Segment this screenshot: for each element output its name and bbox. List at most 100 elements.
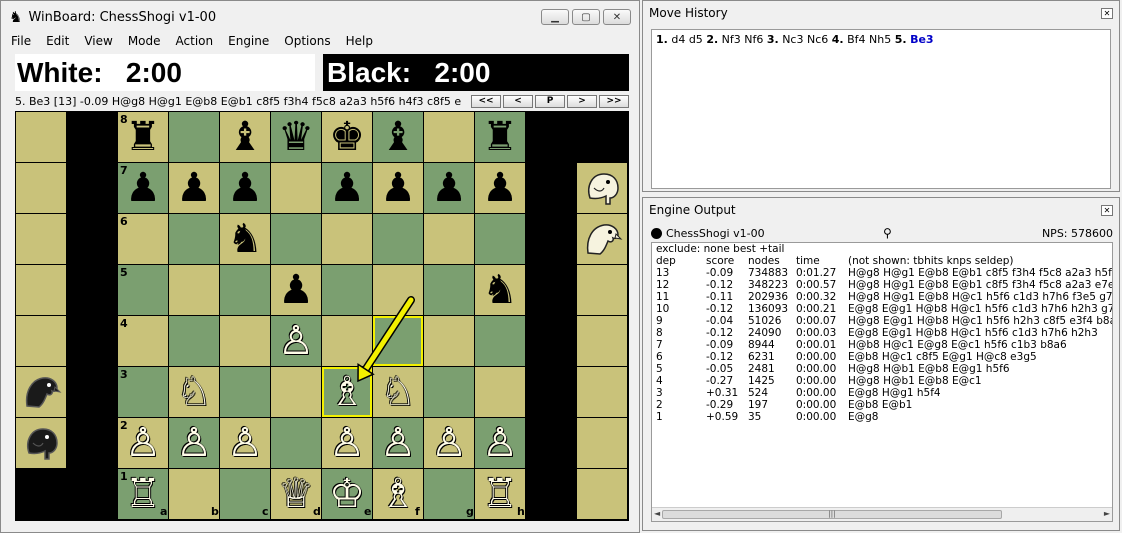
move-text[interactable]: Nf3 Nf6	[722, 33, 764, 46]
maximize-button[interactable]: ▢	[572, 9, 600, 25]
square-b4[interactable]	[169, 316, 219, 366]
square-d7[interactable]	[271, 163, 321, 213]
close-button[interactable]: ✕	[603, 9, 631, 25]
piece-d8[interactable]: ♛	[271, 112, 321, 162]
piece-g2[interactable]: ♙	[424, 418, 474, 468]
piece-f1[interactable]: ♗	[373, 469, 423, 519]
piece-h8[interactable]: ♜	[475, 112, 525, 162]
close-icon[interactable]: ✕	[1101, 204, 1113, 216]
piece-h7[interactable]: ♟	[475, 163, 525, 213]
menu-edit[interactable]: Edit	[46, 34, 69, 48]
piece-b7[interactable]: ♟	[169, 163, 219, 213]
holdings-white-slot[interactable]	[16, 214, 66, 264]
piece-f2[interactable]: ♙	[373, 418, 423, 468]
piece-d4[interactable]: ♙	[271, 316, 321, 366]
square-h4[interactable]	[475, 316, 525, 366]
menu-help[interactable]: Help	[346, 34, 373, 48]
piece-e7[interactable]: ♟	[322, 163, 372, 213]
nav-back-button[interactable]: <	[503, 95, 533, 108]
move-text[interactable]: Be3	[910, 33, 934, 46]
engine-line[interactable]: 4 -0.27 1425 0:00.00 H@g8 H@b1 E@b8 E@c1	[652, 375, 1112, 387]
engine-line[interactable]: 7 -0.09 8944 0:00.01 H@b8 H@c1 E@g8 E@c1 h5f…	[652, 339, 1112, 351]
piece-e2[interactable]: ♙	[322, 418, 372, 468]
engine-line[interactable]: 9 -0.04 51026 0:00.07 H@g8 E@g1 H@b8 H@c1 h5…	[652, 315, 1112, 327]
engine-line[interactable]: 13 -0.09 734883 0:01.27 H@g8 H@g1 E@b8 E@b1 …	[652, 267, 1112, 279]
piece-e3[interactable]: ♗	[322, 367, 372, 417]
engine-output-list[interactable]: exclude: none best +tail dep score nodes…	[651, 242, 1113, 522]
square-e5[interactable]	[322, 265, 372, 315]
horizontal-scrollbar[interactable]: ◄ ||| ►	[652, 507, 1112, 521]
nav-pause-button[interactable]: P	[535, 95, 565, 108]
piece-h1[interactable]: ♖	[475, 469, 525, 519]
square-h6[interactable]	[475, 214, 525, 264]
piece-c6[interactable]: ♞	[220, 214, 270, 264]
nav-last-button[interactable]: >>	[599, 95, 629, 108]
square-c5[interactable]	[220, 265, 270, 315]
square-b5[interactable]	[169, 265, 219, 315]
piece-f8[interactable]: ♝	[373, 112, 423, 162]
holdings-black-slot[interactable]	[577, 469, 627, 519]
square-g6[interactable]	[424, 214, 474, 264]
engine-line[interactable]: 10 -0.12 136093 0:00.21 E@g8 E@g1 H@b8 H@c1 …	[652, 303, 1112, 315]
engine-line[interactable]: 3 +0.31 524 0:00.00 E@g8 H@g1 h5f4	[652, 387, 1112, 399]
piece-b3[interactable]: ♘	[169, 367, 219, 417]
holdings-black-slot[interactable]	[577, 265, 627, 315]
piece-c7[interactable]: ♟	[220, 163, 270, 213]
holdings-black-slot[interactable]	[577, 367, 627, 417]
holdings-white-slot[interactable]	[16, 163, 66, 213]
square-c4[interactable]	[220, 316, 270, 366]
holdings-black-slot[interactable]	[577, 418, 627, 468]
square-d3[interactable]	[271, 367, 321, 417]
piece-d1[interactable]: ♕	[271, 469, 321, 519]
piece-f7[interactable]: ♟	[373, 163, 423, 213]
square-e4[interactable]	[322, 316, 372, 366]
menu-file[interactable]: File	[11, 34, 31, 48]
menu-action[interactable]: Action	[176, 34, 214, 48]
square-b8[interactable]	[169, 112, 219, 162]
square-g8[interactable]	[424, 112, 474, 162]
move-text[interactable]: d4 d5	[671, 33, 702, 46]
piece-g7[interactable]: ♟	[424, 163, 474, 213]
move-text[interactable]: Nc3 Nc6	[782, 33, 828, 46]
engine-line[interactable]: 2 -0.29 197 0:00.00 E@b8 E@b1	[652, 399, 1112, 411]
piece-e1[interactable]: ♔	[322, 469, 372, 519]
piece-c8[interactable]: ♝	[220, 112, 270, 162]
piece-a8[interactable]: ♜	[118, 112, 168, 162]
engine-line[interactable]: 1 +0.59 35 0:00.00 E@g8	[652, 411, 1112, 423]
piece-a7[interactable]: ♟	[118, 163, 168, 213]
square-b6[interactable]	[169, 214, 219, 264]
holdings-white-slot[interactable]	[16, 265, 66, 315]
square-g4[interactable]	[424, 316, 474, 366]
square-c3[interactable]	[220, 367, 270, 417]
piece-h2[interactable]: ♙	[475, 418, 525, 468]
menu-options[interactable]: Options	[284, 34, 330, 48]
elephant-icon[interactable]	[577, 163, 627, 213]
square-f6[interactable]	[373, 214, 423, 264]
piece-h5[interactable]: ♞	[475, 265, 525, 315]
move-history-list[interactable]: 1. d4 d5 2. Nf3 Nf6 3. Nc3 Nc6 4. Bf4 Nh…	[651, 29, 1111, 189]
elephant-icon[interactable]	[16, 418, 66, 468]
square-f5[interactable]	[373, 265, 423, 315]
square-d6[interactable]	[271, 214, 321, 264]
eagle-icon[interactable]	[16, 367, 66, 417]
chess-board[interactable]: 8 7 6 5 4 3 2 1 a b c d e f g h ♜ ♝ ♛ ♚ ♝ ♜ ♟ ♟ ♟ ♟ ♟ ♟ ♟ ♞ ♟ ♞ ♙ ♘ ♗ ♘ ♙ ♙ ♙ ♙…	[15, 111, 629, 521]
engine-line[interactable]: 12 -0.12 348223 0:00.57 H@g8 H@g1 E@b8 E@b1 …	[652, 279, 1112, 291]
engine-line[interactable]: 8 -0.12 24090 0:00.03 E@g8 E@g1 H@b8 H@c1 h5…	[652, 327, 1112, 339]
piece-b2[interactable]: ♙	[169, 418, 219, 468]
square-d2[interactable]	[271, 418, 321, 468]
engine-line[interactable]: 6 -0.12 6231 0:00.00 E@b8 H@c1 c8f5 E@g1 H@c…	[652, 351, 1112, 363]
nav-forward-button[interactable]: >	[567, 95, 597, 108]
square-g5[interactable]	[424, 265, 474, 315]
scroll-thumb[interactable]: |||	[662, 510, 1002, 519]
piece-d5[interactable]: ♟	[271, 265, 321, 315]
menu-engine[interactable]: Engine	[228, 34, 269, 48]
menu-mode[interactable]: Mode	[128, 34, 161, 48]
piece-c2[interactable]: ♙	[220, 418, 270, 468]
menu-view[interactable]: View	[84, 34, 112, 48]
minimize-button[interactable]: ▁	[541, 9, 569, 25]
move-text[interactable]: Bf4 Nh5	[847, 33, 891, 46]
holdings-white-slot[interactable]	[16, 316, 66, 366]
piece-a1[interactable]: ♖	[118, 469, 168, 519]
close-icon[interactable]: ✕	[1101, 7, 1113, 19]
white-clock[interactable]: White: 2:00	[15, 54, 315, 91]
